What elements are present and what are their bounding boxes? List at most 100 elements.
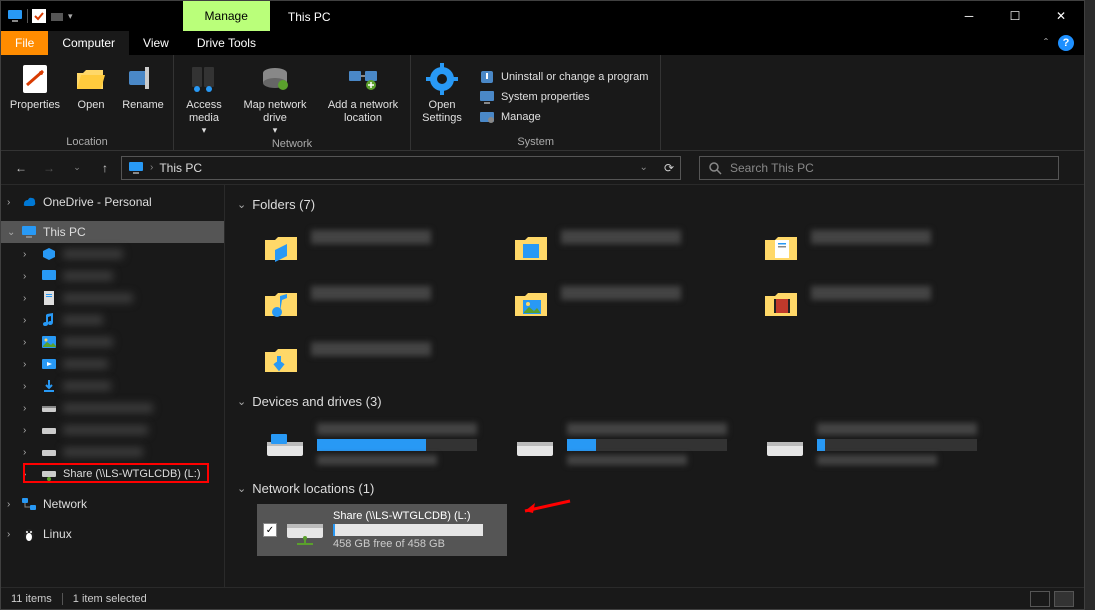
manage-context-tab[interactable]: Manage (183, 1, 270, 31)
drive-tile[interactable] (257, 417, 507, 475)
nav-folder-2[interactable]: › (1, 265, 224, 287)
open-button[interactable]: Open (69, 59, 113, 134)
ribbon-tabs: File Computer View Drive Tools ˆ ? (1, 31, 1084, 55)
nav-forward-button[interactable]: → (37, 156, 61, 180)
group-drives-header[interactable]: ⌄Devices and drives (3) (237, 394, 1072, 409)
status-item-count: 11 items (11, 593, 52, 605)
nav-recent-button[interactable]: ⌄ (65, 156, 89, 180)
titlebar: ▾ Manage This PC ─ ☐ ✕ (1, 1, 1084, 31)
group-location-label: Location (7, 134, 167, 148)
qat-dropdown-icon[interactable]: ▾ (68, 11, 73, 22)
folder-tile[interactable] (257, 276, 507, 332)
nav-up-button[interactable]: ↑ (93, 156, 117, 180)
address-bar: ← → ⌄ ↑ › This PC ⌄ ⟳ Search This PC (1, 151, 1084, 185)
thispc-addr-icon (128, 160, 144, 176)
content-pane: ⌄Folders (7) ⌄Devices and drives (3) (225, 185, 1084, 587)
nav-drive-3[interactable]: › (1, 441, 224, 463)
search-icon (708, 161, 722, 175)
properties-button[interactable]: Properties (7, 59, 63, 134)
nav-folder-7[interactable]: › (1, 375, 224, 397)
downloads-icon (41, 378, 57, 394)
nav-share-drive[interactable]: › Share (\\LS-WTGLCDB) (L:) (1, 463, 224, 485)
qat-divider (27, 9, 28, 23)
drive-tile[interactable] (757, 417, 1007, 475)
netloc-free: 458 GB free of 458 GB (333, 538, 501, 550)
folder-tile[interactable] (257, 220, 507, 276)
pictures-icon (41, 334, 57, 350)
drive-icon (41, 422, 57, 438)
breadcrumb-thispc[interactable]: This PC (159, 161, 202, 175)
folder-tile[interactable] (757, 220, 1007, 276)
videos-icon (41, 356, 57, 372)
netloc-name: Share (\\LS-WTGLCDB) (L:) (333, 510, 501, 522)
tab-view[interactable]: View (129, 31, 183, 55)
documents-icon (41, 290, 57, 306)
tab-file[interactable]: File (1, 31, 48, 55)
address-dropdown-icon[interactable]: ⌄ (640, 162, 648, 173)
folder-tile[interactable] (507, 276, 757, 332)
network-icon (21, 496, 37, 512)
refresh-icon[interactable]: ⟳ (664, 161, 674, 175)
thispc-icon (7, 8, 23, 24)
nav-folder-1[interactable]: › (1, 243, 224, 265)
ribbon: Properties Open Rename Location Access m… (1, 55, 1084, 151)
tab-drive-tools[interactable]: Drive Tools (183, 31, 270, 55)
music-icon (41, 312, 57, 328)
nav-linux[interactable]: › Linux (1, 523, 224, 545)
nav-back-button[interactable]: ← (9, 156, 33, 180)
address-box[interactable]: › This PC ⌄ ⟳ (121, 156, 681, 180)
folder-tile[interactable] (757, 276, 1007, 332)
nav-folder-3[interactable]: › (1, 287, 224, 309)
nav-onedrive[interactable]: › OneDrive - Personal (1, 191, 224, 213)
status-selected-count: 1 item selected (73, 593, 147, 605)
search-placeholder: Search This PC (730, 161, 814, 175)
window-title: This PC (288, 1, 331, 31)
nav-network[interactable]: › Network (1, 493, 224, 515)
nav-folder-4[interactable]: › (1, 309, 224, 331)
ribbon-collapse-icon[interactable]: ˆ (1044, 36, 1048, 50)
uninstall-program-button[interactable]: Uninstall or change a program (479, 69, 648, 85)
status-bar: 11 items 1 item selected (1, 587, 1084, 609)
group-netloc-header[interactable]: ⌄Network locations (1) (237, 481, 1072, 496)
nav-folder-6[interactable]: › (1, 353, 224, 375)
view-tiles-button[interactable] (1054, 591, 1074, 607)
folder-tile[interactable] (257, 332, 507, 388)
search-box[interactable]: Search This PC (699, 156, 1059, 180)
network-location-tile[interactable]: ✓ Share (\\LS-WTGLCDB) (L:) 458 GB free … (257, 504, 507, 556)
cube-icon (41, 246, 57, 262)
maximize-button[interactable]: ☐ (992, 1, 1038, 31)
penguin-icon (21, 526, 37, 542)
help-icon[interactable]: ? (1058, 35, 1074, 51)
manage-button[interactable]: Manage (479, 109, 648, 125)
nav-drive-2[interactable]: › (1, 419, 224, 441)
tab-computer[interactable]: Computer (48, 31, 129, 55)
nav-drive-1[interactable]: › (1, 397, 224, 419)
group-system-label: System (417, 134, 654, 148)
onedrive-icon (21, 194, 37, 210)
open-settings-button[interactable]: Open Settings (417, 59, 467, 134)
folder-qat-icon[interactable] (50, 9, 64, 23)
nav-folder-5[interactable]: › (1, 331, 224, 353)
group-folders-header[interactable]: ⌄Folders (7) (237, 197, 1072, 212)
folder-tile[interactable] (507, 220, 757, 276)
annotation-arrow (515, 491, 575, 521)
network-drive-icon (41, 466, 57, 482)
selection-checkbox[interactable]: ✓ (263, 523, 277, 537)
system-properties-button[interactable]: System properties (479, 89, 648, 105)
thispc-nav-icon (21, 224, 37, 240)
drive-icon (41, 400, 57, 416)
drive-icon (41, 444, 57, 460)
checkbox-icon[interactable] (32, 9, 46, 23)
rename-button[interactable]: Rename (119, 59, 167, 134)
add-network-location-button[interactable]: Add a network location (322, 59, 404, 136)
group-network-label: Network (180, 136, 404, 150)
drive-tile[interactable] (507, 417, 757, 475)
nav-thispc[interactable]: ⌄ This PC (1, 221, 224, 243)
navigation-pane: › OneDrive - Personal ⌄ This PC › › › › … (1, 185, 225, 587)
view-details-button[interactable] (1030, 591, 1050, 607)
access-media-button[interactable]: Access media ▾ (180, 59, 228, 136)
minimize-button[interactable]: ─ (946, 1, 992, 31)
close-button[interactable]: ✕ (1038, 1, 1084, 31)
desktop-icon (41, 268, 57, 284)
map-network-drive-button[interactable]: Map network drive ▾ (234, 59, 316, 136)
